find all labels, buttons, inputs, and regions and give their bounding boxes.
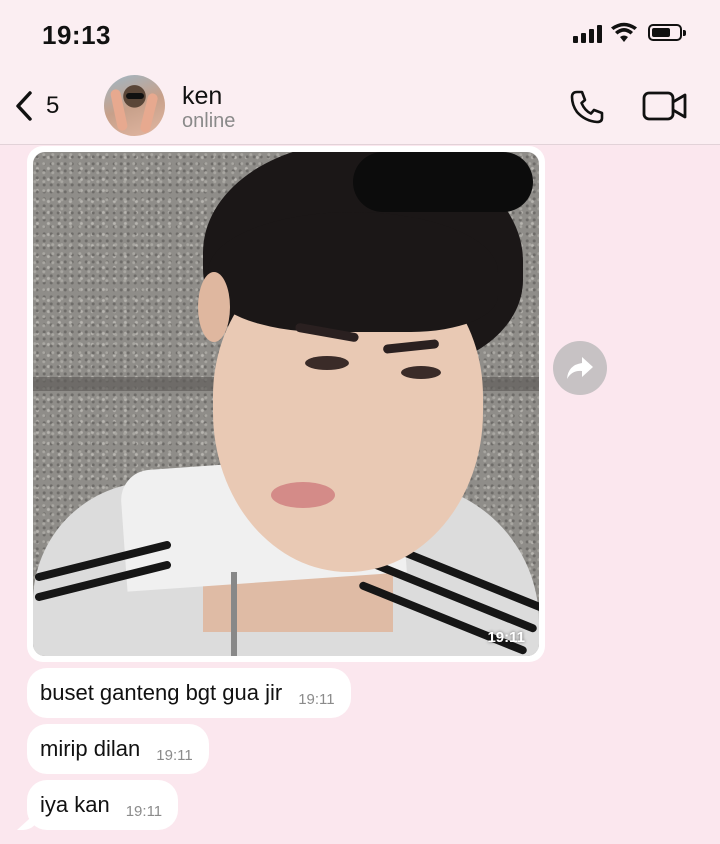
contact-name[interactable]: ken <box>182 82 222 111</box>
unread-count: 5 <box>46 92 60 119</box>
phone-icon[interactable] <box>568 88 606 126</box>
image-message[interactable]: 19:11 <box>27 146 545 662</box>
chat-header: 5 ken online <box>0 70 720 145</box>
message-time: 19:11 <box>298 690 335 708</box>
forward-button[interactable] <box>553 341 607 395</box>
message-time: 19:11 <box>156 746 193 764</box>
message-text: mirip dilan <box>40 736 141 761</box>
contact-status: online <box>182 110 236 132</box>
forward-arrow-icon <box>567 357 593 379</box>
status-time: 19:13 <box>42 20 111 50</box>
message-time: 19:11 <box>125 802 163 820</box>
message-bubble[interactable]: mirip dilan 19:11 <box>27 724 209 774</box>
status-bar: 19:13 <box>0 0 720 70</box>
back-button[interactable]: 5 <box>14 86 59 126</box>
message-time: 19:11 <box>487 629 525 646</box>
message-bubble[interactable]: buset ganteng bgt gua jir 19:11 <box>27 668 351 718</box>
battery-icon <box>648 24 686 41</box>
photo[interactable]: 19:11 <box>33 152 539 656</box>
back-chevron-icon <box>16 91 32 121</box>
cellular-signal-icon <box>573 25 603 43</box>
wifi-icon <box>611 22 637 42</box>
message-text: buset ganteng bgt gua jir <box>40 680 283 705</box>
message-bubble[interactable]: iya kan 19:11 <box>27 780 179 830</box>
video-camera-icon[interactable] <box>642 90 688 122</box>
avatar[interactable] <box>104 75 165 136</box>
message-text: iya kan <box>40 792 110 817</box>
